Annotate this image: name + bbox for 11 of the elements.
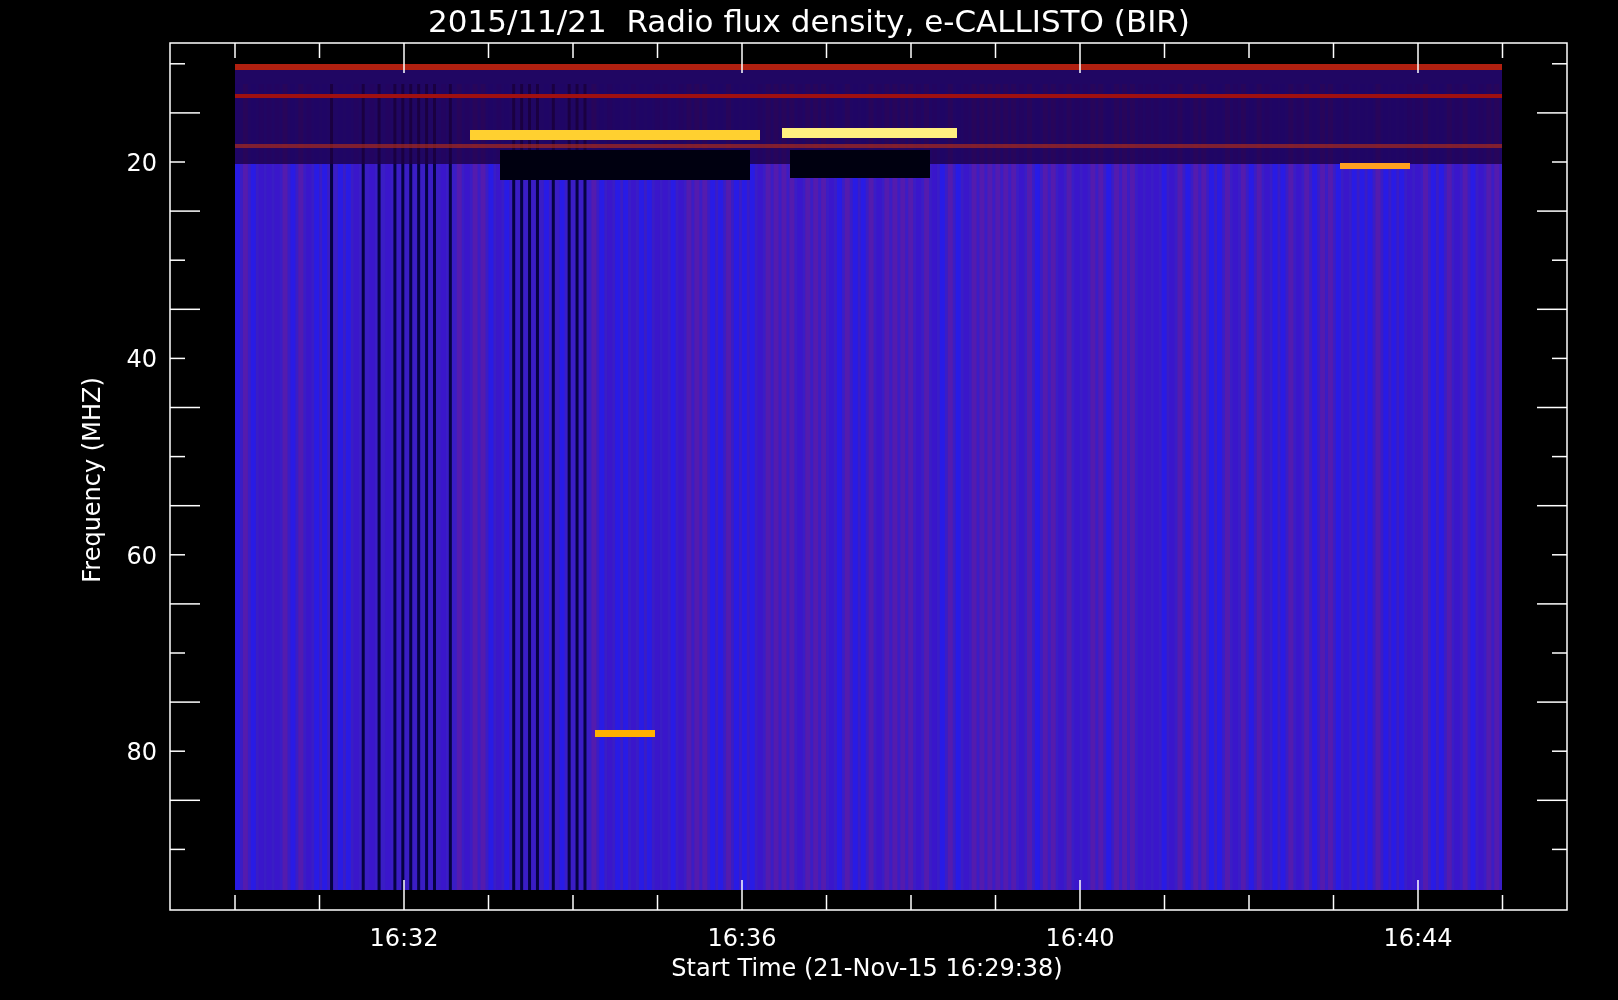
tick-label: 40 [126,345,157,374]
tick-label: 16:44 [1383,924,1453,952]
axis-label: Frequency (MHZ) [78,377,106,583]
chart-title: 2015/11/21 Radio flux density, e-CALLISTO (BIR) [428,3,1190,39]
tick-label: 16:40 [1045,924,1115,952]
tick-label: 16:36 [707,924,777,952]
tick-label: 60 [126,541,157,570]
tick-label: 16:32 [369,924,439,952]
axis-label: Start Time (21-Nov-15 16:29:38) [671,954,1063,982]
tick-label: 20 [126,149,157,177]
tick-label: 80 [126,738,157,767]
